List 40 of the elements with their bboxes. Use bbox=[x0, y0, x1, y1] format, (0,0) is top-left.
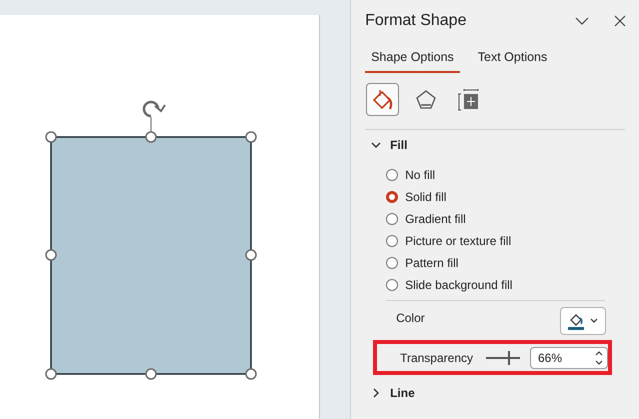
fill-option[interactable]: Solid fill bbox=[386, 186, 639, 208]
option-label: Slide background fill bbox=[405, 278, 512, 292]
radio-button[interactable] bbox=[386, 257, 398, 269]
paint-bucket-icon bbox=[568, 312, 584, 330]
fill-option[interactable]: Gradient fill bbox=[386, 208, 639, 230]
option-label: Solid fill bbox=[405, 190, 446, 204]
radio-button[interactable] bbox=[386, 235, 398, 247]
caret-icon bbox=[590, 318, 598, 324]
color-label: Color bbox=[396, 311, 425, 325]
spin-arrows-icon[interactable] bbox=[595, 348, 603, 366]
slider-thumb[interactable] bbox=[508, 350, 510, 364]
rotate-handle-icon[interactable] bbox=[142, 100, 166, 118]
fill-option[interactable]: No fill bbox=[386, 164, 639, 186]
close-icon[interactable] bbox=[613, 14, 627, 28]
fill-color-button[interactable] bbox=[560, 307, 606, 335]
radio-button[interactable] bbox=[386, 191, 398, 203]
line-section-header[interactable]: Line bbox=[351, 375, 415, 400]
radio-button[interactable] bbox=[386, 213, 398, 225]
transparency-spinbox[interactable]: 66% bbox=[530, 346, 608, 368]
pentagon-icon bbox=[414, 88, 437, 110]
option-label: Pattern fill bbox=[405, 256, 458, 270]
size-position-icon bbox=[458, 88, 480, 110]
pane-tab[interactable]: Shape Options bbox=[365, 46, 460, 73]
transparency-label: Transparency bbox=[400, 350, 473, 364]
pane-tab[interactable]: Text Options bbox=[472, 46, 554, 73]
option-label: No fill bbox=[405, 168, 436, 182]
chevron-icon bbox=[371, 140, 382, 150]
chevron-icon bbox=[371, 388, 382, 398]
pane-title: Format Shape bbox=[365, 12, 468, 30]
fill-option[interactable]: Slide background fill bbox=[386, 274, 639, 296]
radio-button[interactable] bbox=[386, 279, 398, 291]
paint-bucket-icon bbox=[370, 88, 395, 112]
fill-option[interactable]: Pattern fill bbox=[386, 252, 639, 274]
transparency-slider[interactable] bbox=[486, 350, 520, 364]
option-label: Gradient fill bbox=[405, 212, 466, 226]
radio-button[interactable] bbox=[386, 169, 398, 181]
fill-line-tab[interactable] bbox=[366, 83, 400, 116]
fill-section-header[interactable]: Fill bbox=[351, 130, 408, 152]
fill-option[interactable]: Picture or texture fill bbox=[386, 230, 639, 252]
option-label: Picture or texture fill bbox=[405, 234, 512, 248]
